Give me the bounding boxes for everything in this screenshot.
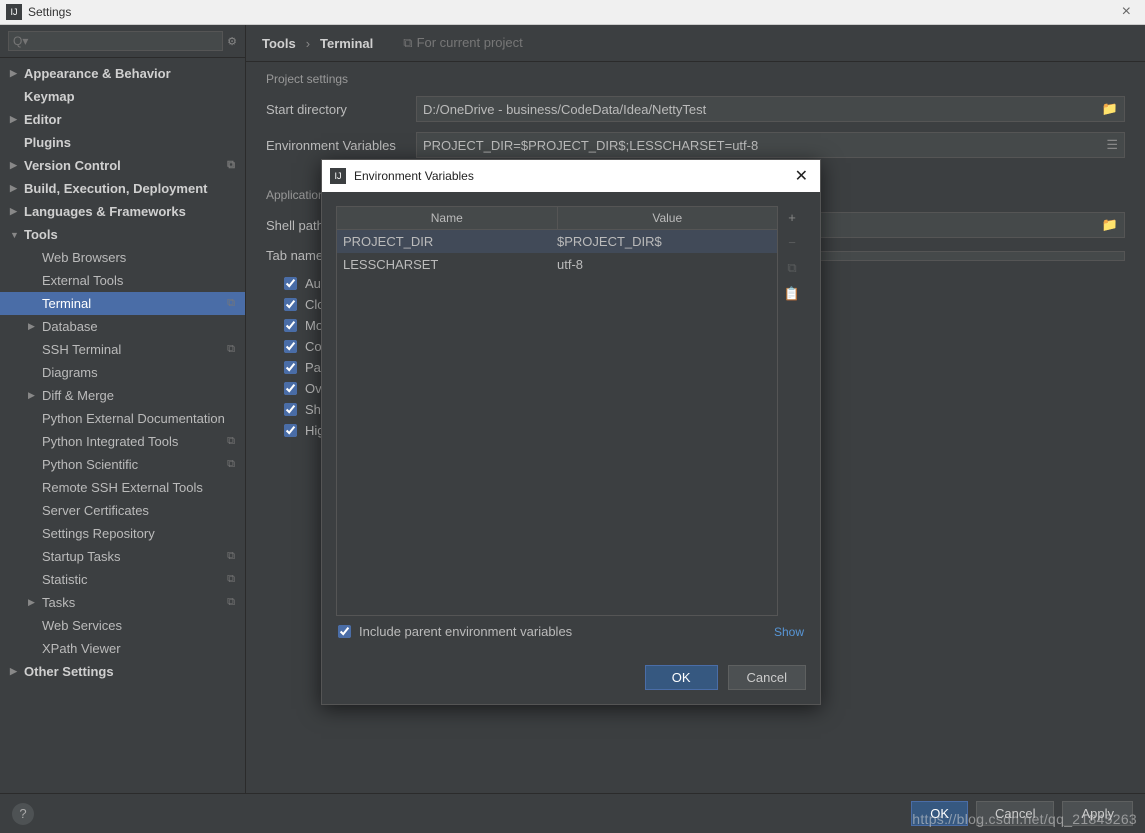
sidebar-item-plugins[interactable]: Plugins — [0, 131, 245, 154]
sidebar-item-diff-merge[interactable]: ▶Diff & Merge — [0, 384, 245, 407]
search-input[interactable] — [8, 31, 223, 51]
sidebar-item-ssh-terminal[interactable]: SSH Terminal⧉ — [0, 338, 245, 361]
sidebar-item-keymap[interactable]: Keymap — [0, 85, 245, 108]
add-row-icon[interactable]: + — [788, 210, 796, 225]
search-options-icon[interactable]: ⚙ — [227, 35, 237, 48]
sidebar-item-build-execution-deployment[interactable]: ▶Build, Execution, Deployment — [0, 177, 245, 200]
sidebar-item-xpath-viewer[interactable]: XPath Viewer — [0, 637, 245, 660]
sidebar-item-terminal[interactable]: Terminal⧉ — [0, 292, 245, 315]
window-titlebar: IJ Settings × — [0, 0, 1145, 25]
sidebar-item-tools[interactable]: ▼Tools — [0, 223, 245, 246]
breadcrumb: Tools › Terminal ⧉For current project — [246, 25, 1145, 62]
project-scope-icon: ⧉ — [403, 35, 412, 50]
paste-row-icon[interactable]: 📋 — [784, 286, 800, 302]
sidebar-item-web-services[interactable]: Web Services — [0, 614, 245, 637]
env-vars-field[interactable]: PROJECT_DIR=$PROJECT_DIR$;LESSCHARSET=ut… — [416, 132, 1125, 158]
breadcrumb-terminal: Terminal — [320, 36, 373, 51]
col-value: Value — [558, 207, 778, 229]
env-vars-label: Environment Variables — [266, 138, 416, 153]
sidebar-item-settings-repository[interactable]: Settings Repository — [0, 522, 245, 545]
watermark: https://blog.csdn.net/qq_21845263 — [912, 811, 1137, 827]
env-table[interactable]: Name Value PROJECT_DIR$PROJECT_DIR$LESSC… — [336, 206, 778, 616]
settings-sidebar: ⚙ ▶Appearance & BehaviorKeymap▶EditorPlu… — [0, 25, 246, 805]
window-close-icon[interactable]: × — [1114, 3, 1139, 21]
sidebar-item-diagrams[interactable]: Diagrams — [0, 361, 245, 384]
table-row[interactable]: LESSCHARSETutf-8 — [337, 253, 777, 276]
start-dir-label: Start directory — [266, 102, 416, 117]
sidebar-item-python-external-documentation[interactable]: Python External Documentation — [0, 407, 245, 430]
copy-row-icon[interactable]: ⧉ — [787, 260, 796, 276]
sidebar-item-appearance-behavior[interactable]: ▶Appearance & Behavior — [0, 62, 245, 85]
browse-folder-icon[interactable]: 📁 — [1102, 217, 1118, 233]
sidebar-item-web-browsers[interactable]: Web Browsers — [0, 246, 245, 269]
start-dir-field[interactable]: D:/OneDrive - business/CodeData/Idea/Net… — [416, 96, 1125, 122]
show-link[interactable]: Show — [774, 625, 804, 639]
browse-folder-icon[interactable]: 📁 — [1102, 101, 1118, 117]
project-settings-title: Project settings — [266, 72, 1125, 86]
dialog-logo-icon: IJ — [330, 168, 346, 184]
dialog-ok-button[interactable]: OK — [645, 665, 718, 690]
sidebar-item-external-tools[interactable]: External Tools — [0, 269, 245, 292]
include-parent-checkbox[interactable] — [338, 625, 351, 638]
sidebar-item-database[interactable]: ▶Database — [0, 315, 245, 338]
app-logo-icon: IJ — [6, 4, 22, 20]
sidebar-item-python-integrated-tools[interactable]: Python Integrated Tools⧉ — [0, 430, 245, 453]
sidebar-item-tasks[interactable]: ▶Tasks⧉ — [0, 591, 245, 614]
window-title: Settings — [28, 5, 1114, 19]
include-parent-label: Include parent environment variables — [359, 624, 572, 639]
sidebar-item-python-scientific[interactable]: Python Scientific⧉ — [0, 453, 245, 476]
sidebar-item-remote-ssh-external-tools[interactable]: Remote SSH External Tools — [0, 476, 245, 499]
remove-row-icon[interactable]: − — [788, 235, 796, 250]
breadcrumb-tools[interactable]: Tools — [262, 36, 296, 51]
scope-hint: ⧉For current project — [403, 35, 523, 51]
dialog-close-icon[interactable]: ✕ — [791, 166, 812, 186]
sidebar-item-languages-frameworks[interactable]: ▶Languages & Frameworks — [0, 200, 245, 223]
dialog-title: Environment Variables — [354, 169, 791, 183]
help-button[interactable]: ? — [12, 803, 34, 825]
dialog-titlebar: IJ Environment Variables ✕ — [322, 160, 820, 192]
sidebar-item-other-settings[interactable]: ▶Other Settings — [0, 660, 245, 683]
sidebar-item-startup-tasks[interactable]: Startup Tasks⧉ — [0, 545, 245, 568]
edit-env-icon[interactable]: ☰ — [1106, 137, 1118, 153]
sidebar-item-editor[interactable]: ▶Editor — [0, 108, 245, 131]
col-name: Name — [337, 207, 558, 229]
sidebar-item-statistic[interactable]: Statistic⧉ — [0, 568, 245, 591]
env-vars-dialog: IJ Environment Variables ✕ Name Value PR… — [321, 159, 821, 705]
sidebar-item-server-certificates[interactable]: Server Certificates — [0, 499, 245, 522]
dialog-cancel-button[interactable]: Cancel — [728, 665, 806, 690]
sidebar-item-version-control[interactable]: ▶Version Control⧉ — [0, 154, 245, 177]
table-row[interactable]: PROJECT_DIR$PROJECT_DIR$ — [337, 230, 777, 253]
